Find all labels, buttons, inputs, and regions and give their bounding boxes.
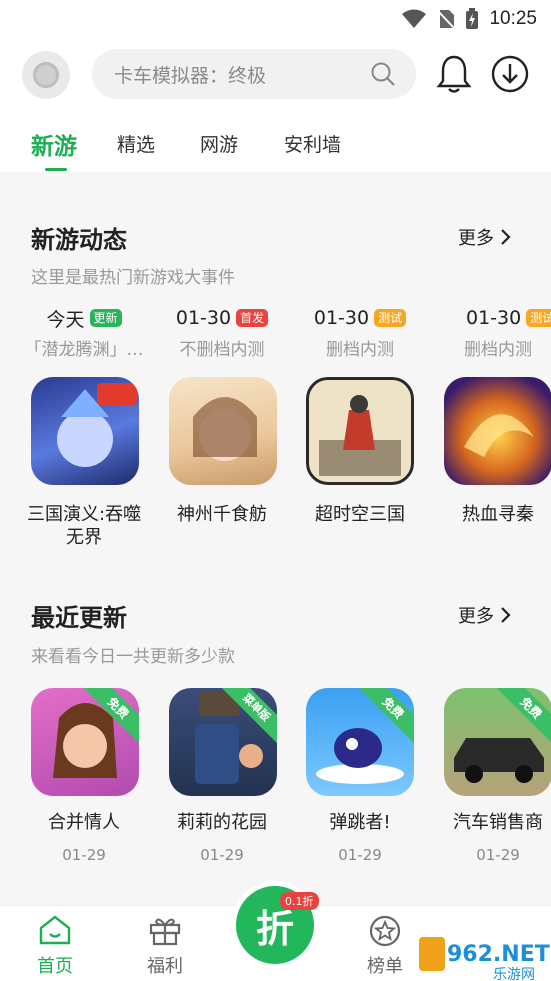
search-icon[interactable]: [370, 61, 396, 87]
tab-online-games[interactable]: 网游: [200, 130, 238, 157]
news-date: 01-30: [175, 307, 232, 329]
status-bar: 10:25: [0, 0, 551, 38]
news-desc: 删档内测: [326, 340, 394, 360]
status-badge: 测试: [374, 309, 407, 327]
news-desc: 删档内测: [464, 340, 532, 360]
wifi-icon: [402, 9, 427, 28]
active-tab-indicator: [45, 168, 67, 171]
svg-text:962.NET: 962.NET: [447, 942, 550, 967]
bell-icon[interactable]: [436, 54, 472, 94]
chevron-right-icon: [501, 229, 511, 245]
status-time: 10:25: [489, 8, 537, 29]
game-icon-lili[interactable]: 菜单版: [169, 688, 277, 796]
avatar[interactable]: [22, 51, 70, 99]
nav-home-label: 首页: [37, 956, 73, 977]
home-icon: [39, 915, 71, 945]
news-date: 01-30: [313, 307, 370, 329]
game-icon-qiche[interactable]: 免费: [444, 688, 551, 796]
no-sim-icon: [437, 10, 456, 29]
ranking-icon: [369, 915, 401, 947]
game-name: 神州千食舫: [177, 504, 267, 525]
download-icon[interactable]: [490, 54, 530, 94]
game-icon-shenzhou[interactable]: [169, 377, 277, 485]
more-label: 更多: [458, 228, 494, 249]
news-desc: 不删档内测: [179, 340, 265, 360]
game-icon-sanguo[interactable]: [31, 377, 139, 485]
search-bar[interactable]: 卡车模拟器：终极: [92, 49, 416, 99]
update-date: 01-29: [338, 846, 382, 864]
status-badge: 首发: [236, 309, 269, 327]
more-button-new-games[interactable]: 更多: [458, 224, 512, 250]
news-date: 今天: [46, 308, 85, 331]
gift-icon: [149, 918, 181, 946]
game-name: 超时空三国: [315, 504, 405, 525]
more-button-recent-updates[interactable]: 更多: [458, 602, 512, 628]
tab-new-games[interactable]: 新游: [31, 127, 77, 161]
discount-badge: 0.1折: [280, 892, 319, 910]
game-icon-hebing[interactable]: 免费: [31, 688, 139, 796]
game-icon-chaoshikong[interactable]: [306, 377, 414, 485]
update-date: 01-29: [476, 846, 520, 864]
header: 卡车模拟器：终极 新游 精选 网游 安利墙: [0, 38, 551, 172]
game-name: 三国演义:吞噬无界: [26, 504, 142, 548]
status-badge: 更新: [89, 309, 122, 327]
more-label: 更多: [458, 606, 494, 627]
game-name: 合并情人: [48, 812, 120, 833]
tab-recommend-wall[interactable]: 安利墙: [284, 130, 341, 157]
game-name: 汽车销售商: [453, 812, 543, 833]
game-icon-rexue[interactable]: [444, 377, 551, 485]
svg-text:乐游网: 乐游网: [493, 967, 535, 981]
nav-welfare-label: 福利: [147, 956, 183, 977]
section-subtitle-recent-updates: 来看看今日一共更新多少款: [31, 647, 235, 667]
watermark-logo: 962.NET 乐游网: [413, 925, 551, 981]
news-desc: 「潜龙腾渊」…: [24, 340, 144, 360]
tab-bar: 新游 精选 网游 安利墙: [0, 122, 551, 172]
battery-charging-icon: [466, 8, 479, 29]
game-icon-tantiao[interactable]: 免费: [306, 688, 414, 796]
avatar-placeholder-icon: [33, 62, 59, 88]
game-name: 弹跳者!: [329, 812, 391, 833]
tab-featured[interactable]: 精选: [117, 130, 155, 157]
search-input[interactable]: 卡车模拟器：终极: [114, 61, 266, 88]
game-name: 热血寻秦: [462, 504, 534, 525]
update-date: 01-29: [200, 846, 244, 864]
section-subtitle-new-games: 这里是最热门新游戏大事件: [31, 268, 235, 288]
update-date: 01-29: [62, 846, 106, 864]
game-name: 莉莉的花园: [177, 812, 267, 833]
section-title-recent-updates: 最近更新: [31, 604, 127, 632]
section-title-new-games: 新游动态: [31, 226, 127, 254]
chevron-right-icon: [501, 607, 511, 623]
status-badge: 测试: [526, 309, 551, 327]
news-date: 01-30: [466, 307, 522, 329]
